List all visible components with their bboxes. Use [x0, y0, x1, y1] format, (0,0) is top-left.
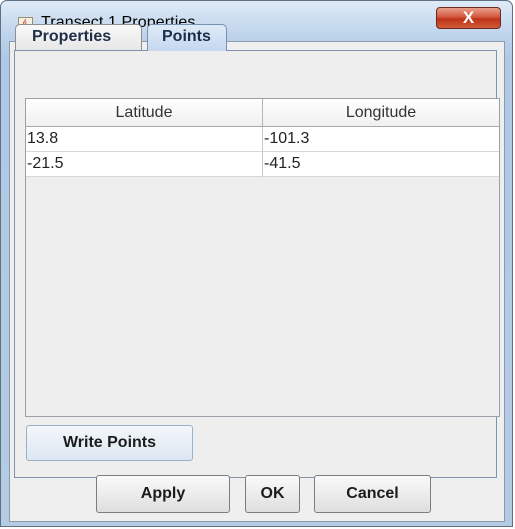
tab-label: Points	[162, 28, 211, 45]
table-header: Latitude Longitude	[26, 99, 499, 127]
dialog-window: Transect 1 Properties X Properties Point…	[0, 0, 513, 527]
latitude-cell[interactable]: -21.5	[26, 152, 263, 177]
tab-properties[interactable]: Properties	[15, 24, 142, 50]
close-icon: X	[462, 8, 475, 27]
points-table[interactable]: Latitude Longitude 13.8 -101.3 -21.5 -41…	[25, 98, 500, 417]
table-row[interactable]: 13.8 -101.3	[26, 127, 499, 152]
tab-points[interactable]: Points	[147, 24, 227, 51]
close-button[interactable]: X	[436, 7, 501, 29]
cancel-button[interactable]: Cancel	[314, 475, 431, 513]
table-row[interactable]: -21.5 -41.5	[26, 152, 499, 177]
column-header-latitude[interactable]: Latitude	[26, 99, 263, 126]
tab-label: Properties	[32, 28, 112, 45]
apply-button[interactable]: Apply	[96, 475, 230, 513]
column-header-longitude[interactable]: Longitude	[263, 99, 499, 126]
longitude-cell[interactable]: -101.3	[263, 127, 499, 152]
ok-button[interactable]: OK	[245, 475, 300, 513]
longitude-cell[interactable]: -41.5	[263, 152, 499, 177]
latitude-cell[interactable]: 13.8	[26, 127, 263, 152]
write-points-button[interactable]: Write Points	[26, 425, 193, 461]
